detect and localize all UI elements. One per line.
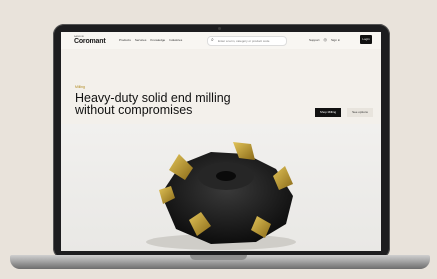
laptop-opening-notch bbox=[190, 255, 247, 260]
category-eyebrow[interactable]: Milling bbox=[75, 85, 85, 89]
cutter-bore bbox=[216, 171, 236, 181]
top-navigation: SANDVIK Coromant Products Services Knowl… bbox=[61, 32, 381, 49]
nav-utilities: Support ◎ Sign in bbox=[309, 38, 340, 43]
search-icon: ⌕ bbox=[211, 37, 214, 43]
sign-in-link[interactable]: Sign in bbox=[331, 38, 340, 42]
brand-logo[interactable]: SANDVIK Coromant bbox=[74, 36, 106, 45]
logo-wordmark: Coromant bbox=[74, 38, 106, 45]
nav-link-products[interactable]: Products bbox=[119, 38, 131, 42]
login-button[interactable]: Login bbox=[360, 35, 372, 44]
support-link[interactable]: Support bbox=[309, 38, 320, 42]
hero-product-image bbox=[61, 124, 381, 251]
milling-cutter-image bbox=[146, 142, 296, 250]
nav-links: Products Services Knowledge Industries bbox=[119, 38, 182, 42]
shop-milling-button[interactable]: Shop Milling bbox=[315, 108, 341, 117]
hero-headline: Heavy-duty solid end milling without com… bbox=[75, 91, 231, 117]
see-options-button[interactable]: See options bbox=[347, 108, 373, 117]
nav-link-knowledge[interactable]: Knowledge bbox=[150, 38, 165, 42]
browser-screen: SANDVIK Coromant Products Services Knowl… bbox=[61, 32, 381, 251]
nav-link-industries[interactable]: Industries bbox=[169, 38, 182, 42]
search-placeholder: Enter a term, category or product code bbox=[218, 39, 270, 43]
globe-icon[interactable]: ◎ bbox=[324, 38, 328, 42]
webcam bbox=[218, 27, 221, 30]
search-input[interactable]: ⌕ Enter a term, category or product code bbox=[207, 36, 287, 46]
nav-link-services[interactable]: Services bbox=[135, 38, 147, 42]
